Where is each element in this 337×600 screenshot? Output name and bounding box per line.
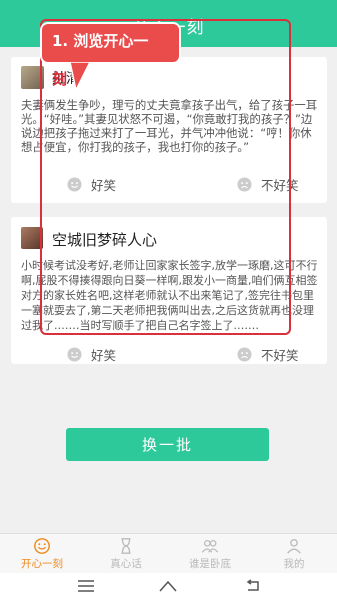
- system-navigation-bar: [0, 573, 337, 600]
- annotation-callout: 1. 浏览开心一 刻: [40, 22, 181, 88]
- tab-label: 我的: [283, 558, 305, 570]
- annotation-label-line1: 1. 浏览开心一: [52, 32, 149, 50]
- bottom-tab-bar: 开心一刻 真心话 谁是卧底 我的: [0, 533, 337, 574]
- tab-mine[interactable]: 我的: [252, 534, 336, 574]
- dislike-button[interactable]: 不好笑: [237, 344, 299, 364]
- group-icon: [201, 539, 219, 553]
- home-icon[interactable]: [158, 579, 178, 593]
- refresh-button[interactable]: 换一批: [66, 428, 269, 461]
- sad-face-icon: [237, 346, 252, 362]
- back-icon[interactable]: [242, 579, 262, 593]
- tab-undercover[interactable]: 谁是卧底: [168, 534, 252, 574]
- tab-happy-moment[interactable]: 开心一刻: [0, 534, 84, 574]
- smiley-icon: [34, 538, 50, 554]
- person-icon: [287, 539, 301, 554]
- tab-label: 真心话: [110, 558, 142, 570]
- tab-truth[interactable]: 真心话: [84, 534, 168, 574]
- menu-icon[interactable]: [76, 579, 96, 593]
- like-button[interactable]: 好笑: [67, 344, 116, 364]
- callout-arrow-icon: [70, 62, 91, 92]
- dislike-label: 不好笑: [261, 347, 299, 363]
- hourglass-icon: [121, 538, 131, 554]
- like-label: 好笑: [91, 347, 117, 363]
- tab-label: 谁是卧底: [189, 558, 231, 570]
- annotation-label-line2: 刻: [52, 70, 68, 88]
- tab-label: 开心一刻: [21, 558, 63, 570]
- smiley-icon: [67, 346, 82, 362]
